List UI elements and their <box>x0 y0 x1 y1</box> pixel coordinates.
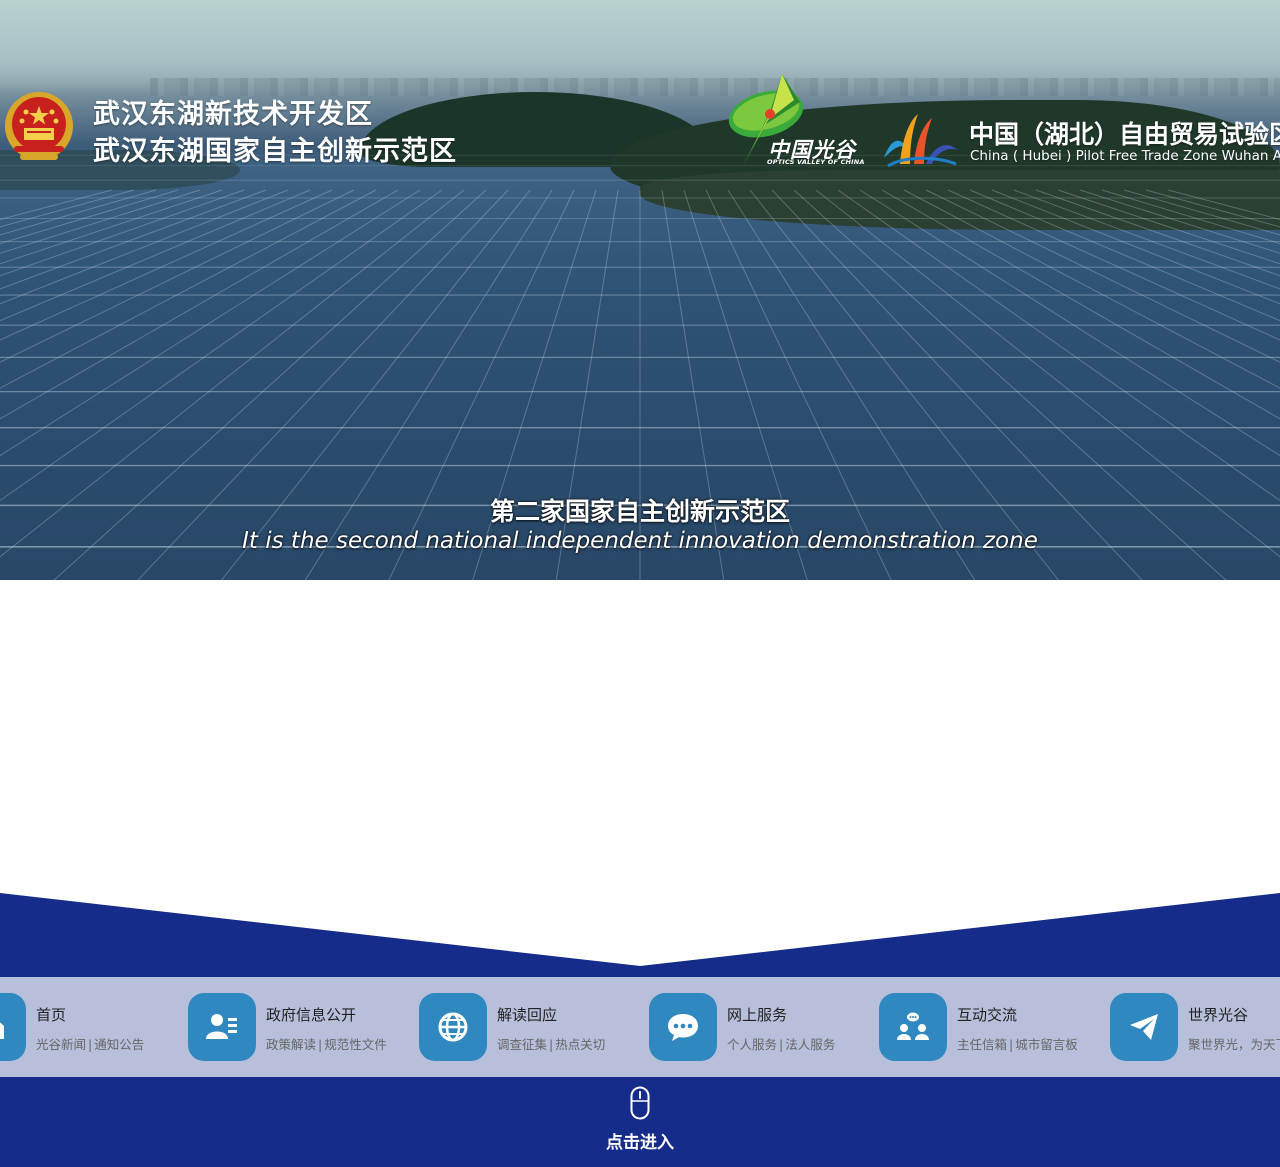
optics-valley-subtitle: OPTICS VALLEY OF CHINA <box>767 158 865 166</box>
home-icon <box>0 993 26 1061</box>
free-trade-zone-subtitle: China ( Hubei ) Pilot Free Trade Zone Wu… <box>970 148 1280 164</box>
nav-title: 首页 <box>36 1006 67 1024</box>
hero-banner: 武汉东湖新技术开发区 武汉东湖国家自主创新示范区 中国光谷 OPTICS VAL… <box>0 0 1280 580</box>
nav-desc-part[interactable]: 光谷新闻 <box>36 1037 86 1052</box>
national-emblem-icon <box>5 92 73 160</box>
nav-title: 解读回应 <box>497 1006 558 1024</box>
nav-desc: 主任信箱 | 城市留言板 <box>957 1034 1078 1053</box>
zone-title-line2: 武汉东湖国家自主创新示范区 <box>93 136 457 167</box>
nav-desc-separator: | <box>779 1037 784 1052</box>
nav-desc: 调查征集 | 热点关切 <box>497 1034 605 1053</box>
chat-bubble-icon <box>649 993 717 1061</box>
nav-desc: 政策解读 | 规范性文件 <box>266 1034 387 1053</box>
nav-desc-part[interactable]: 聚世界光，为天下谷 <box>1188 1037 1280 1052</box>
nav-desc-separator: | <box>318 1037 323 1052</box>
nav-desc-part[interactable]: 通知公告 <box>94 1037 144 1052</box>
mouse-icon <box>630 1086 650 1120</box>
nav-title: 网上服务 <box>727 1006 788 1024</box>
nav-desc-separator: | <box>549 1037 554 1052</box>
zone-title: 武汉东湖新技术开发区 武汉东湖国家自主创新示范区 <box>93 96 457 170</box>
nav-desc-part[interactable]: 调查征集 <box>497 1037 547 1052</box>
nav-desc: 个人服务 | 法人服务 <box>727 1034 835 1053</box>
nav-desc-part[interactable]: 城市留言板 <box>1015 1037 1078 1052</box>
nav-bar: 首页 光谷新闻 | 通知公告 政府信息公开 政策解读 | 规范性文件 解读回应 调查征集… <box>0 977 1280 1077</box>
hero-caption-cn: 第二家国家自主创新示范区 <box>489 497 790 526</box>
hero-caption-en: It is the second national independent in… <box>242 528 1038 554</box>
nav-desc-part[interactable]: 热点关切 <box>555 1037 605 1052</box>
nav-desc-separator: | <box>88 1037 93 1052</box>
nav-title: 互动交流 <box>957 1006 1018 1024</box>
nav-desc-part[interactable]: 主任信箱 <box>957 1037 1007 1052</box>
nav-desc-part[interactable]: 规范性文件 <box>324 1037 387 1052</box>
nav-desc: 聚世界光，为天下谷 <box>1188 1034 1280 1053</box>
nav-desc-part[interactable]: 政策解读 <box>266 1037 316 1052</box>
paper-plane-icon <box>1110 993 1178 1061</box>
enter-label: 点击进入 <box>606 1133 674 1153</box>
globe-icon <box>419 993 487 1061</box>
nav-desc-part[interactable]: 法人服务 <box>785 1037 835 1052</box>
nav-desc: 光谷新闻 | 通知公告 <box>36 1034 144 1053</box>
people-chat-icon <box>879 993 947 1061</box>
enter-button[interactable]: 点击进入 <box>590 1084 690 1154</box>
nav-title: 政府信息公开 <box>266 1006 357 1024</box>
nav-desc-part[interactable]: 个人服务 <box>727 1037 777 1052</box>
free-trade-zone-logo-icon <box>884 114 958 168</box>
nav-desc-separator: | <box>1009 1037 1014 1052</box>
blue-chevron-band <box>0 893 1280 977</box>
user-list-icon <box>188 993 256 1061</box>
free-trade-zone-name: 中国（湖北）自由贸易试验区武汉片区 <box>969 120 1280 149</box>
zone-title-line1: 武汉东湖新技术开发区 <box>93 99 373 130</box>
nav-title: 世界光谷 <box>1188 1006 1249 1024</box>
